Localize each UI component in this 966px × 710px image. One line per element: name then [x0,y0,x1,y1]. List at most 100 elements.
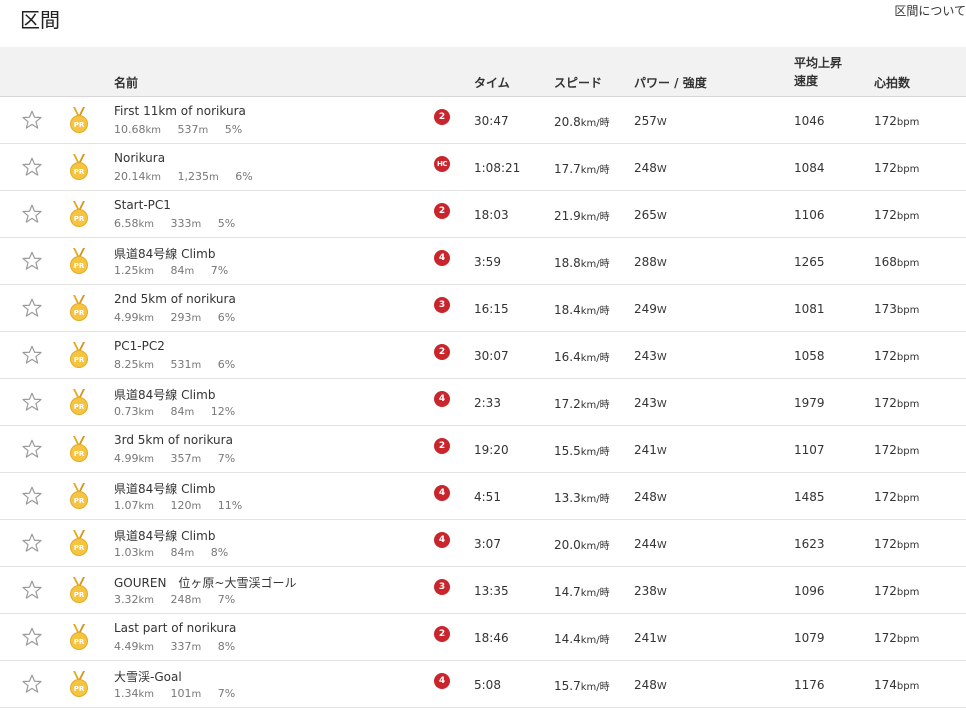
star-icon[interactable] [21,626,43,648]
svg-text:PR: PR [74,450,85,458]
segment-name-link[interactable]: Norikura [114,151,165,165]
svg-text:PR: PR [74,356,85,364]
pr-medal-icon: PR [70,107,88,133]
star-icon[interactable] [21,344,43,366]
segment-grade: 7% [217,687,236,700]
segment-power: 243W [634,349,667,363]
segment-grade: 5% [217,217,236,230]
segment-elevation: 84m [170,405,195,418]
segment-name-link[interactable]: Start-PC1 [114,198,171,212]
table-row: PR 2nd 5km of norikura 4.99km 293m 6% 3 … [0,285,966,332]
segment-heart-rate: 172bpm [874,349,920,363]
climb-category-badge: 4 [434,532,450,548]
segment-grade: 7% [217,593,236,606]
segment-name-link[interactable]: 3rd 5km of norikura [114,433,233,447]
segment-grade: 5% [224,123,243,136]
segment-speed: 15.5km/時 [554,444,610,458]
segment-power: 257W [634,114,667,128]
table-row: PR 大雪渓-Goal 1.34km 101m 7% 4 5:08 15.7km… [0,661,966,708]
segment-distance: 6.58km [114,217,155,230]
segment-heart-rate: 172bpm [874,490,920,504]
svg-text:PR: PR [74,215,85,223]
segments-table: 名前 タイム スピード パワー / 強度 平均上昇 速度 心拍数 PR Firs… [0,47,966,708]
star-icon[interactable] [21,673,43,695]
col-header-vam-line1: 平均上昇 [794,56,843,70]
star-icon[interactable] [21,579,43,601]
segment-name-link[interactable]: PC1-PC2 [114,339,165,353]
climb-category-badge: 2 [434,344,450,360]
segment-speed: 13.3km/時 [554,491,610,505]
segment-name-link[interactable]: 大雪渓-Goal [114,668,182,685]
segment-speed: 14.7km/時 [554,585,610,599]
segment-vam: 1046 [794,114,825,128]
segment-time: 2:33 [474,396,501,410]
segment-heart-rate: 172bpm [874,208,920,222]
star-icon[interactable] [21,438,43,460]
segment-time: 18:46 [474,631,509,645]
segment-speed: 21.9km/時 [554,209,610,223]
col-header-speed[interactable]: スピード [554,74,602,91]
col-header-power[interactable]: パワー / 強度 [634,74,707,91]
segment-grade: 8% [210,546,229,559]
col-header-vam[interactable]: 平均上昇 速度 [794,54,854,90]
segment-vam: 1058 [794,349,825,363]
star-icon[interactable] [21,250,43,272]
segment-time: 13:35 [474,584,509,598]
col-header-hr[interactable]: 心拍数 [874,74,910,91]
segment-name-link[interactable]: 県道84号線 Climb [114,386,215,403]
segment-distance: 10.68km [114,123,162,136]
segment-stats: 6.58km 333m 5% [114,217,235,230]
segment-elevation: 357m [170,452,202,465]
star-icon[interactable] [21,391,43,413]
segment-name-link[interactable]: 県道84号線 Climb [114,527,215,544]
about-segments-link[interactable]: 区間について [894,2,966,19]
star-icon[interactable] [21,485,43,507]
segment-grade: 7% [217,452,236,465]
segment-stats: 10.68km 537m 5% [114,123,242,136]
segment-power: 243W [634,396,667,410]
segment-name-link[interactable]: Last part of norikura [114,621,236,635]
segment-vam: 1079 [794,631,825,645]
segment-vam: 1265 [794,255,825,269]
segment-time: 30:47 [474,114,509,128]
climb-category-badge: HC [434,156,450,172]
segment-elevation: 101m [170,687,202,700]
pr-medal-icon: PR [70,389,88,415]
segment-distance: 1.03km [114,546,155,559]
segment-speed: 14.4km/時 [554,632,610,646]
segment-time: 4:51 [474,490,501,504]
star-icon[interactable] [21,297,43,319]
segment-stats: 1.03km 84m 8% [114,546,228,559]
segment-name-link[interactable]: 県道84号線 Climb [114,245,215,262]
segment-vam: 1623 [794,537,825,551]
segment-name-link[interactable]: GOUREN 位ヶ原~大雪渓ゴール [114,574,296,591]
col-header-name[interactable]: 名前 [114,74,138,91]
star-icon[interactable] [21,532,43,554]
segment-speed: 18.8km/時 [554,256,610,270]
segment-name-link[interactable]: First 11km of norikura [114,104,246,118]
star-icon[interactable] [21,109,43,131]
segment-time: 16:15 [474,302,509,316]
segment-power: 241W [634,443,667,457]
climb-category-badge: 4 [434,485,450,501]
segment-speed: 17.2km/時 [554,397,610,411]
segment-stats: 1.25km 84m 7% [114,264,228,277]
segment-vam: 1107 [794,443,825,457]
segment-power: 238W [634,584,667,598]
star-icon[interactable] [21,156,43,178]
segment-name-link[interactable]: 県道84号線 Climb [114,480,215,497]
segment-speed: 20.0km/時 [554,538,610,552]
segment-power: 241W [634,631,667,645]
segment-time: 3:59 [474,255,501,269]
pr-medal-icon: PR [70,295,88,321]
col-header-time[interactable]: タイム [474,74,510,91]
segment-stats: 4.49km 337m 8% [114,640,235,653]
segment-elevation: 120m [170,499,202,512]
segment-name-link[interactable]: 2nd 5km of norikura [114,292,236,306]
segment-elevation: 537m [177,123,209,136]
segment-stats: 0.73km 84m 12% [114,405,235,418]
segment-distance: 4.99km [114,311,155,324]
segment-vam: 1485 [794,490,825,504]
star-icon[interactable] [21,203,43,225]
segment-distance: 20.14km [114,170,162,183]
